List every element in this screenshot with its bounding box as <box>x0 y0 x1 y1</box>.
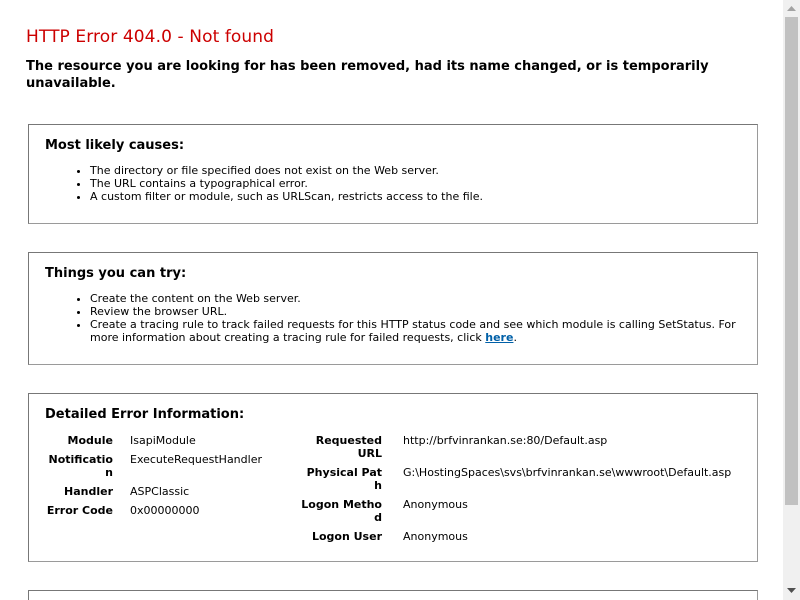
detail-right-table: Requested URL http://brfvinrankan.se:80/… <box>29 394 757 554</box>
vertical-scrollbar[interactable] <box>783 0 800 600</box>
link-suffix: . <box>513 331 517 344</box>
logon-user-value: Anonymous <box>403 530 468 543</box>
error-page: HTTP Error 404.0 - Not found The resourc… <box>0 0 783 600</box>
here-link[interactable]: here <box>485 331 513 344</box>
requested-url-label: Requested URL <box>315 434 382 460</box>
list-item: Review the browser URL. <box>90 305 740 318</box>
physical-path-label: Physical Path <box>306 466 382 492</box>
scrollbar-thumb[interactable] <box>785 17 798 505</box>
try-heading: Things you can try: <box>45 266 187 281</box>
list-item: The directory or file specified does not… <box>90 164 740 177</box>
list-item: Create the content on the Web server. <box>90 292 740 305</box>
requested-url-value: http://brfvinrankan.se:80/Default.asp <box>403 434 608 447</box>
error-title: HTTP Error 404.0 - Not found <box>26 27 275 47</box>
logon-method-value: Anonymous <box>403 498 468 511</box>
more-info-panel <box>28 590 758 600</box>
list-item: Create a tracing rule to track failed re… <box>90 318 740 344</box>
detail-panel: Detailed Error Information: Module Isapi… <box>28 393 758 562</box>
causes-heading: Most likely causes: <box>45 138 185 153</box>
causes-panel: Most likely causes: The directory or fil… <box>28 124 758 224</box>
scroll-down-arrow-icon[interactable] <box>783 583 800 600</box>
try-panel: Things you can try: Create the content o… <box>28 252 758 365</box>
try-list: Create the content on the Web server. Re… <box>45 292 740 344</box>
error-summary: The resource you are looking for has bee… <box>26 59 709 91</box>
logon-method-label: Logon Method <box>301 498 382 524</box>
physical-path-value: G:\HostingSpaces\svs\brfvinrankan.se\www… <box>403 466 732 479</box>
list-item: A custom filter or module, such as URLSc… <box>90 190 740 203</box>
causes-list: The directory or file specified does not… <box>45 164 740 203</box>
list-item: The URL contains a typographical error. <box>90 177 740 190</box>
tracing-rule-text: Create a tracing rule to track failed re… <box>90 318 736 344</box>
scroll-up-arrow-icon[interactable] <box>783 0 800 17</box>
logon-user-label: Logon User <box>311 530 382 543</box>
